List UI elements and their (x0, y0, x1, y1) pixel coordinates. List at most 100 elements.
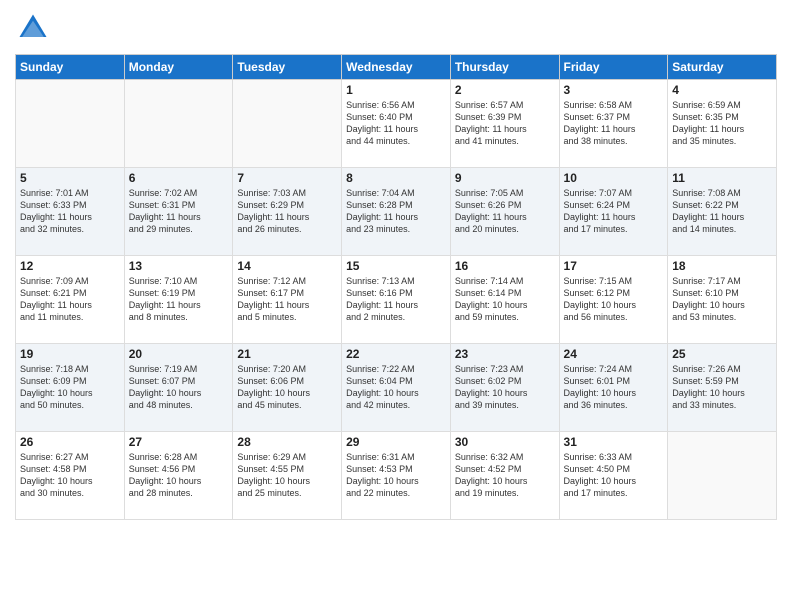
calendar-cell: 16 Sunrise: 7:14 AMSunset: 6:14 PMDayligh… (450, 256, 559, 344)
calendar-cell (668, 432, 777, 520)
day-info: Sunrise: 7:09 AMSunset: 6:21 PMDaylight:… (20, 275, 120, 324)
day-number: 17 (564, 259, 664, 273)
day-number: 31 (564, 435, 664, 449)
calendar-cell: 3 Sunrise: 6:58 AMSunset: 6:37 PMDaylight… (559, 80, 668, 168)
day-number: 5 (20, 171, 120, 185)
day-info: Sunrise: 7:18 AMSunset: 6:09 PMDaylight:… (20, 363, 120, 412)
logo (15, 10, 55, 46)
calendar-cell: 4 Sunrise: 6:59 AMSunset: 6:35 PMDaylight… (668, 80, 777, 168)
day-number: 12 (20, 259, 120, 273)
day-info: Sunrise: 7:03 AMSunset: 6:29 PMDaylight:… (237, 187, 337, 236)
calendar-week-row: 12 Sunrise: 7:09 AMSunset: 6:21 PMDayligh… (16, 256, 777, 344)
day-info: Sunrise: 7:14 AMSunset: 6:14 PMDaylight:… (455, 275, 555, 324)
day-info: Sunrise: 7:24 AMSunset: 6:01 PMDaylight:… (564, 363, 664, 412)
calendar-cell: 26Sunrise: 6:27 AMSunset: 4:58 PMDayligh… (16, 432, 125, 520)
calendar-cell: 24 Sunrise: 7:24 AMSunset: 6:01 PMDayligh… (559, 344, 668, 432)
day-number: 14 (237, 259, 337, 273)
calendar-cell: 31Sunrise: 6:33 AMSunset: 4:50 PMDayligh… (559, 432, 668, 520)
day-number: 9 (455, 171, 555, 185)
calendar-cell: 14Sunrise: 7:12 AMSunset: 6:17 PMDayligh… (233, 256, 342, 344)
day-number: 3 (564, 83, 664, 97)
day-number: 28 (237, 435, 337, 449)
calendar-cell: 23 Sunrise: 7:23 AMSunset: 6:02 PMDayligh… (450, 344, 559, 432)
calendar-cell: 12 Sunrise: 7:09 AMSunset: 6:21 PMDayligh… (16, 256, 125, 344)
day-info: Sunrise: 6:31 AMSunset: 4:53 PMDaylight:… (346, 451, 446, 500)
calendar-cell (124, 80, 233, 168)
calendar-cell: 22 Sunrise: 7:22 AMSunset: 6:04 PMDayligh… (342, 344, 451, 432)
day-info: Sunrise: 7:04 AMSunset: 6:28 PMDaylight:… (346, 187, 446, 236)
calendar-cell: 7 Sunrise: 7:03 AMSunset: 6:29 PMDaylight… (233, 168, 342, 256)
day-info: Sunrise: 6:29 AMSunset: 4:55 PMDaylight:… (237, 451, 337, 500)
weekday-header-monday: Monday (124, 55, 233, 80)
day-number: 4 (672, 83, 772, 97)
calendar-cell: 20 Sunrise: 7:19 AMSunset: 6:07 PMDayligh… (124, 344, 233, 432)
day-number: 11 (672, 171, 772, 185)
day-info: Sunrise: 7:07 AMSunset: 6:24 PMDaylight:… (564, 187, 664, 236)
day-number: 30 (455, 435, 555, 449)
calendar-week-row: 26Sunrise: 6:27 AMSunset: 4:58 PMDayligh… (16, 432, 777, 520)
day-info: Sunrise: 7:20 AMSunset: 6:06 PMDaylight:… (237, 363, 337, 412)
day-number: 16 (455, 259, 555, 273)
day-info: Sunrise: 7:13 AMSunset: 6:16 PMDaylight:… (346, 275, 446, 324)
calendar-cell: 28 Sunrise: 6:29 AMSunset: 4:55 PMDayligh… (233, 432, 342, 520)
calendar-cell: 8 Sunrise: 7:04 AMSunset: 6:28 PMDaylight… (342, 168, 451, 256)
day-number: 20 (129, 347, 229, 361)
calendar-cell: 21Sunrise: 7:20 AMSunset: 6:06 PMDayligh… (233, 344, 342, 432)
day-number: 15 (346, 259, 446, 273)
calendar-cell: 18 Sunrise: 7:17 AMSunset: 6:10 PMDayligh… (668, 256, 777, 344)
day-info: Sunrise: 7:17 AMSunset: 6:10 PMDaylight:… (672, 275, 772, 324)
day-number: 2 (455, 83, 555, 97)
weekday-header-row: SundayMondayTuesdayWednesdayThursdayFrid… (16, 55, 777, 80)
header (15, 10, 777, 46)
calendar-cell: 15 Sunrise: 7:13 AMSunset: 6:16 PMDayligh… (342, 256, 451, 344)
day-info: Sunrise: 7:22 AMSunset: 6:04 PMDaylight:… (346, 363, 446, 412)
day-info: Sunrise: 7:19 AMSunset: 6:07 PMDaylight:… (129, 363, 229, 412)
day-number: 10 (564, 171, 664, 185)
day-number: 22 (346, 347, 446, 361)
weekday-header-thursday: Thursday (450, 55, 559, 80)
weekday-header-sunday: Sunday (16, 55, 125, 80)
calendar-cell: 27 Sunrise: 6:28 AMSunset: 4:56 PMDayligh… (124, 432, 233, 520)
calendar-cell: 17 Sunrise: 7:15 AMSunset: 6:12 PMDayligh… (559, 256, 668, 344)
calendar-cell: 6Sunrise: 7:02 AMSunset: 6:31 PMDaylight… (124, 168, 233, 256)
day-info: Sunrise: 7:02 AMSunset: 6:31 PMDaylight:… (129, 187, 229, 236)
calendar-cell: 11 Sunrise: 7:08 AMSunset: 6:22 PMDayligh… (668, 168, 777, 256)
day-info: Sunrise: 7:15 AMSunset: 6:12 PMDaylight:… (564, 275, 664, 324)
calendar-cell (233, 80, 342, 168)
page: SundayMondayTuesdayWednesdayThursdayFrid… (0, 0, 792, 612)
day-info: Sunrise: 6:56 AMSunset: 6:40 PMDaylight:… (346, 99, 446, 148)
day-info: Sunrise: 7:10 AMSunset: 6:19 PMDaylight:… (129, 275, 229, 324)
day-number: 25 (672, 347, 772, 361)
weekday-header-tuesday: Tuesday (233, 55, 342, 80)
day-info: Sunrise: 7:05 AMSunset: 6:26 PMDaylight:… (455, 187, 555, 236)
calendar-cell: 2 Sunrise: 6:57 AMSunset: 6:39 PMDaylight… (450, 80, 559, 168)
day-number: 27 (129, 435, 229, 449)
logo-icon (15, 10, 51, 46)
day-number: 18 (672, 259, 772, 273)
day-info: Sunrise: 7:23 AMSunset: 6:02 PMDaylight:… (455, 363, 555, 412)
day-info: Sunrise: 6:57 AMSunset: 6:39 PMDaylight:… (455, 99, 555, 148)
day-number: 8 (346, 171, 446, 185)
day-info: Sunrise: 7:08 AMSunset: 6:22 PMDaylight:… (672, 187, 772, 236)
weekday-header-wednesday: Wednesday (342, 55, 451, 80)
day-info: Sunrise: 6:32 AMSunset: 4:52 PMDaylight:… (455, 451, 555, 500)
day-info: Sunrise: 6:59 AMSunset: 6:35 PMDaylight:… (672, 99, 772, 148)
calendar-cell: 1Sunrise: 6:56 AMSunset: 6:40 PMDaylight… (342, 80, 451, 168)
day-info: Sunrise: 6:58 AMSunset: 6:37 PMDaylight:… (564, 99, 664, 148)
calendar-cell: 9 Sunrise: 7:05 AMSunset: 6:26 PMDaylight… (450, 168, 559, 256)
day-number: 24 (564, 347, 664, 361)
day-info: Sunrise: 6:28 AMSunset: 4:56 PMDaylight:… (129, 451, 229, 500)
calendar-cell (16, 80, 125, 168)
calendar-cell: 30 Sunrise: 6:32 AMSunset: 4:52 PMDayligh… (450, 432, 559, 520)
day-number: 7 (237, 171, 337, 185)
day-number: 23 (455, 347, 555, 361)
calendar: SundayMondayTuesdayWednesdayThursdayFrid… (15, 54, 777, 520)
weekday-header-friday: Friday (559, 55, 668, 80)
day-number: 19 (20, 347, 120, 361)
calendar-cell: 25 Sunrise: 7:26 AMSunset: 5:59 PMDayligh… (668, 344, 777, 432)
calendar-week-row: 1Sunrise: 6:56 AMSunset: 6:40 PMDaylight… (16, 80, 777, 168)
day-number: 13 (129, 259, 229, 273)
day-info: Sunrise: 6:27 AMSunset: 4:58 PMDaylight:… (20, 451, 120, 500)
calendar-cell: 13 Sunrise: 7:10 AMSunset: 6:19 PMDayligh… (124, 256, 233, 344)
day-info: Sunrise: 7:26 AMSunset: 5:59 PMDaylight:… (672, 363, 772, 412)
